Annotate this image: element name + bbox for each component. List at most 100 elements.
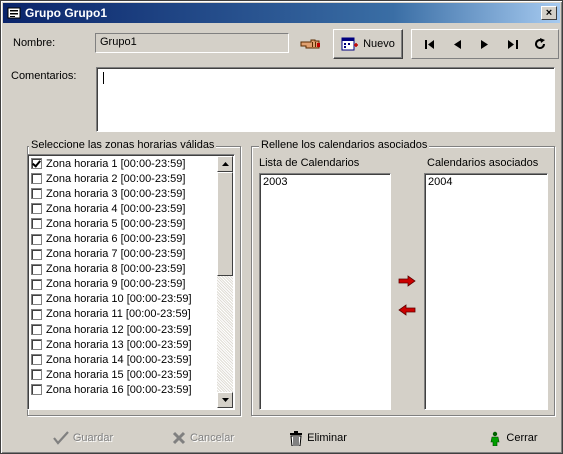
toolbar: Nombre: Grupo1 Nuevo bbox=[3, 25, 560, 63]
zone-checkbox[interactable] bbox=[31, 324, 42, 336]
zone-label: Zona horaria 3 [00:00-23:59] bbox=[46, 187, 186, 200]
window-close-button[interactable]: × bbox=[541, 6, 557, 20]
refresh-button[interactable] bbox=[526, 32, 554, 56]
scroll-up-button[interactable] bbox=[217, 156, 233, 172]
associated-calendar-items: 2004 bbox=[425, 174, 547, 190]
zone-row[interactable]: Zona horaria 16 [00:00-23:59] bbox=[28, 382, 216, 397]
zone-row[interactable]: Zona horaria 13 [00:00-23:59] bbox=[28, 337, 216, 352]
zone-label: Zona horaria 15 [00:00-23:59] bbox=[46, 368, 192, 381]
zone-row[interactable]: Zona horaria 11 [00:00-23:59] bbox=[28, 307, 216, 322]
zone-row[interactable]: Zona horaria 5 [00:00-23:59] bbox=[28, 216, 216, 231]
zone-label: Zona horaria 1 [00:00-23:59] bbox=[46, 157, 186, 170]
zone-row[interactable]: Zona horaria 8 [00:00-23:59] bbox=[28, 262, 216, 277]
zone-checkbox[interactable] bbox=[31, 263, 42, 275]
close-button[interactable]: Cerrar bbox=[481, 427, 545, 449]
pointing-hand-icon[interactable] bbox=[300, 37, 322, 51]
close-label: Cerrar bbox=[506, 432, 538, 444]
zone-row[interactable]: Zona horaria 12 [00:00-23:59] bbox=[28, 322, 216, 337]
save-button[interactable]: Guardar bbox=[43, 427, 123, 449]
calendars-group-title: Rellene los calendarios asociados bbox=[259, 139, 430, 151]
zone-checkbox[interactable] bbox=[31, 233, 42, 245]
title-bar[interactable]: Grupo Grupo1 × bbox=[3, 3, 560, 23]
associated-calendar-list[interactable]: 2004 bbox=[424, 173, 548, 410]
zone-label: Zona horaria 11 [00:00-23:59] bbox=[46, 308, 191, 321]
delete-label: Eliminar bbox=[307, 432, 347, 444]
calendar-list-item[interactable]: 2003 bbox=[260, 174, 390, 190]
scroll-up-icon bbox=[221, 162, 229, 166]
first-record-button[interactable] bbox=[416, 32, 444, 56]
next-record-icon bbox=[481, 39, 489, 49]
scroll-thumb[interactable] bbox=[217, 172, 233, 276]
zone-checkbox[interactable] bbox=[31, 203, 42, 215]
zone-row[interactable]: Zona horaria 4 [00:00-23:59] bbox=[28, 201, 216, 216]
zone-row[interactable]: Zona horaria 1 [00:00-23:59] bbox=[28, 156, 216, 171]
zone-row[interactable]: Zona horaria 3 [00:00-23:59] bbox=[28, 186, 216, 201]
zones-scrollbar[interactable] bbox=[217, 156, 233, 408]
last-record-icon bbox=[507, 39, 518, 49]
zone-label: Zona horaria 13 [00:00-23:59] bbox=[46, 338, 192, 351]
zone-label: Zona horaria 9 [00:00-23:59] bbox=[46, 278, 186, 291]
zone-checkbox[interactable] bbox=[31, 158, 42, 170]
associated-calendar-item[interactable]: 2004 bbox=[425, 174, 547, 190]
cancel-label: Cancelar bbox=[189, 432, 235, 444]
scroll-down-button[interactable] bbox=[217, 392, 233, 408]
cancel-button[interactable]: Cancelar bbox=[163, 427, 243, 449]
new-document-icon bbox=[341, 37, 359, 51]
zone-checkbox[interactable] bbox=[31, 369, 42, 381]
zone-label: Zona horaria 8 [00:00-23:59] bbox=[46, 263, 186, 276]
name-field[interactable]: Grupo1 bbox=[95, 33, 289, 53]
zone-row[interactable]: Zona horaria 10 [00:00-23:59] bbox=[28, 292, 216, 307]
zone-checkbox[interactable] bbox=[31, 188, 42, 200]
exit-person-icon bbox=[491, 431, 500, 446]
zone-checkbox[interactable] bbox=[31, 218, 42, 230]
remove-calendar-arrow-icon[interactable] bbox=[398, 304, 416, 316]
window-app-icon bbox=[7, 7, 21, 19]
zone-checkbox[interactable] bbox=[31, 384, 42, 396]
delete-button[interactable]: Eliminar bbox=[281, 427, 355, 449]
zone-row[interactable]: Zona horaria 15 [00:00-23:59] bbox=[28, 367, 216, 382]
zone-label: Zona horaria 2 [00:00-23:59] bbox=[46, 172, 186, 185]
zone-label: Zona horaria 4 [00:00-23:59] bbox=[46, 202, 186, 215]
last-record-button[interactable] bbox=[499, 32, 527, 56]
new-button-label: Nuevo bbox=[363, 38, 395, 50]
zone-label: Zona horaria 10 [00:00-23:59] bbox=[46, 293, 192, 306]
zone-label: Zona horaria 7 [00:00-23:59] bbox=[46, 248, 186, 261]
zone-row[interactable]: Zona horaria 14 [00:00-23:59] bbox=[28, 352, 216, 367]
save-label: Guardar bbox=[72, 432, 114, 444]
bottom-button-bar: Guardar Cancelar Eliminar Cerrar bbox=[3, 421, 560, 453]
zone-row[interactable]: Zona horaria 6 [00:00-23:59] bbox=[28, 231, 216, 246]
zone-label: Zona horaria 16 [00:00-23:59] bbox=[46, 383, 192, 396]
previous-record-button[interactable] bbox=[444, 32, 472, 56]
zone-label: Zona horaria 5 [00:00-23:59] bbox=[46, 217, 186, 230]
zones-listbox[interactable]: Zona horaria 1 [00:00-23:59] Zona horaria… bbox=[27, 154, 235, 410]
calendar-list[interactable]: 2003 bbox=[259, 173, 391, 410]
zone-label: Zona horaria 14 [00:00-23:59] bbox=[46, 353, 192, 366]
zone-checkbox[interactable] bbox=[31, 278, 42, 290]
zone-checkbox[interactable] bbox=[31, 248, 42, 260]
zone-checkbox[interactable] bbox=[31, 173, 42, 185]
next-record-button[interactable] bbox=[471, 32, 499, 56]
checkmark-icon bbox=[52, 431, 69, 445]
zone-row[interactable]: Zona horaria 7 [00:00-23:59] bbox=[28, 247, 216, 262]
zone-label: Zona horaria 12 [00:00-23:59] bbox=[46, 323, 192, 336]
zone-row[interactable]: Zona horaria 9 [00:00-23:59] bbox=[28, 277, 216, 292]
zone-checkbox[interactable] bbox=[31, 293, 42, 305]
group-window: Grupo Grupo1 × Nombre: Grupo1 Nuevo Come… bbox=[0, 0, 563, 454]
cancel-x-icon bbox=[172, 431, 186, 445]
new-button[interactable]: Nuevo bbox=[333, 29, 403, 59]
comments-textarea[interactable] bbox=[96, 67, 555, 132]
refresh-icon bbox=[535, 38, 546, 49]
zone-checkbox[interactable] bbox=[31, 339, 42, 351]
record-navigation bbox=[411, 29, 559, 59]
calendar-list-items: 2003 bbox=[260, 174, 390, 190]
zone-label: Zona horaria 6 [00:00-23:59] bbox=[46, 233, 186, 246]
zones-group-title: Seleccione las zonas horarias válidas bbox=[29, 139, 217, 151]
trash-icon bbox=[290, 430, 303, 446]
comments-label: Comentarios: bbox=[11, 70, 77, 82]
add-calendar-arrow-icon[interactable] bbox=[398, 275, 416, 287]
window-title: Grupo Grupo1 bbox=[25, 6, 107, 20]
zone-checkbox[interactable] bbox=[31, 354, 42, 366]
previous-record-icon bbox=[453, 39, 461, 49]
zone-checkbox[interactable] bbox=[31, 308, 42, 320]
zone-row[interactable]: Zona horaria 2 [00:00-23:59] bbox=[28, 171, 216, 186]
